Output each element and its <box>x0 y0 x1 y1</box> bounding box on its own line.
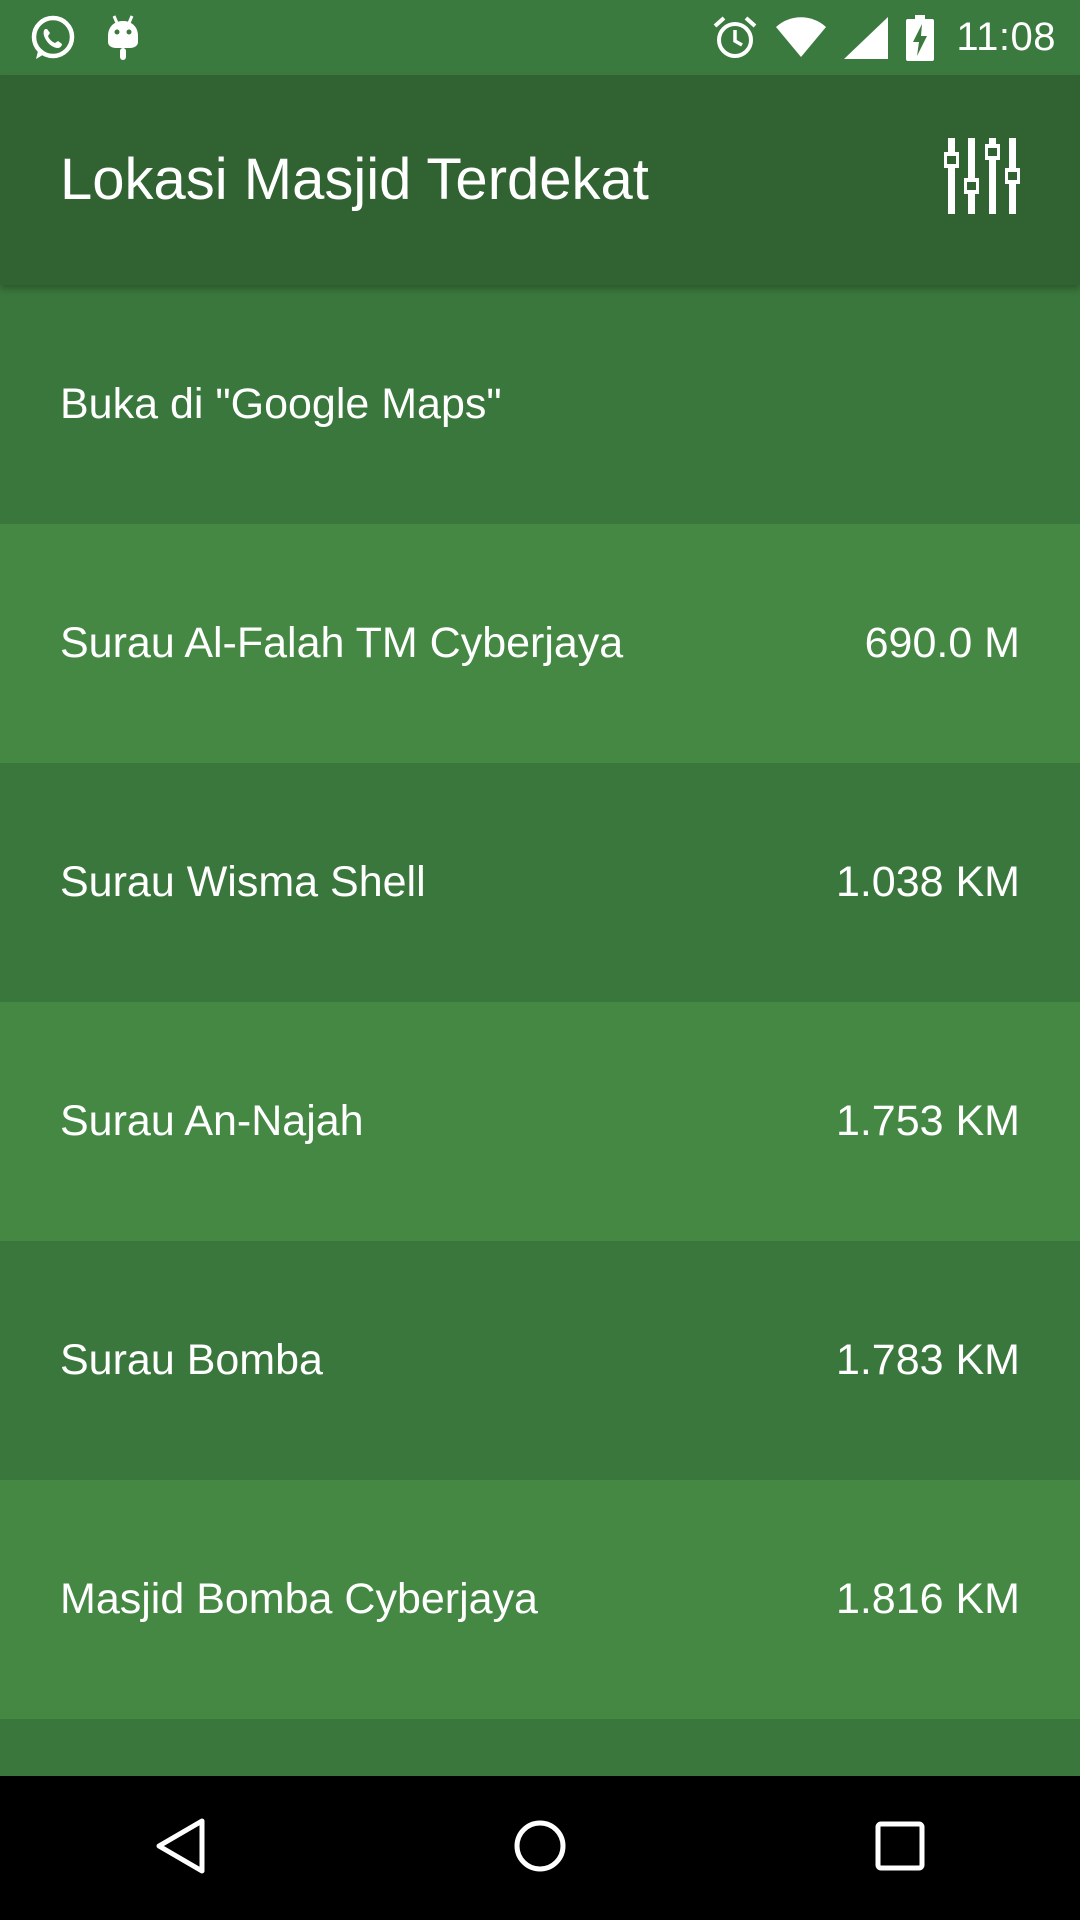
list-item-label: Surau Bomba <box>60 1336 323 1384</box>
recents-icon <box>874 1820 926 1877</box>
navigation-bar <box>0 1776 1080 1920</box>
list-item-label: Surau An-Najah <box>60 1097 364 1145</box>
list-item-distance: 1.816 KM <box>835 1575 1020 1623</box>
list-item-distance: 1.038 KM <box>835 858 1020 906</box>
signal-icon <box>844 16 889 59</box>
alarm-icon <box>712 15 758 61</box>
page-title: Lokasi Masjid Terdekat <box>60 147 649 212</box>
back-icon <box>152 1816 208 1881</box>
home-button[interactable] <box>480 1788 600 1908</box>
recents-button[interactable] <box>840 1788 960 1908</box>
list-item[interactable]: Surau An-Najah 1.753 KM <box>0 1002 1080 1241</box>
android-icon <box>106 14 140 62</box>
app-bar: Lokasi Masjid Terdekat <box>0 75 1080 285</box>
list-item-distance: 690.0 M <box>864 619 1020 667</box>
whatsapp-icon <box>28 13 78 63</box>
list-item[interactable]: Surau Bomba 1.783 KM <box>0 1241 1080 1480</box>
list-item[interactable]: Surau Wisma Shell 1.038 KM <box>0 763 1080 1002</box>
list-item-label: Surau Al-Falah TM Cyberjaya <box>60 619 624 667</box>
open-google-maps-item[interactable]: Buka di "Google Maps" <box>0 285 1080 524</box>
back-button[interactable] <box>120 1788 240 1908</box>
status-bar-system: 11:08 <box>712 0 1056 75</box>
list-item[interactable] <box>0 1719 1080 1776</box>
list-item-label: Masjid Bomba Cyberjaya <box>60 1575 538 1623</box>
wifi-icon <box>776 16 827 59</box>
status-bar-notifications <box>28 0 140 75</box>
status-bar: 11:08 <box>0 0 1080 75</box>
filter-button[interactable] <box>942 133 1022 223</box>
list-item-label: Surau Wisma Shell <box>60 858 426 906</box>
list-item[interactable]: Masjid Bomba Cyberjaya 1.816 KM <box>0 1480 1080 1719</box>
screen: 11:08 Lokasi Masjid Terdekat Buka di "Go… <box>0 0 1080 1920</box>
list-item-label: Buka di "Google Maps" <box>60 380 502 428</box>
battery-charging-icon <box>906 14 935 61</box>
list-item-distance: 1.753 KM <box>835 1097 1020 1145</box>
home-icon <box>512 1818 568 1879</box>
status-time: 11:08 <box>956 15 1056 59</box>
filter-sliders-icon <box>944 137 1020 219</box>
list-item[interactable]: Surau Al-Falah TM Cyberjaya 690.0 M <box>0 524 1080 763</box>
list-item-distance: 1.783 KM <box>835 1336 1020 1384</box>
mosque-list: Buka di "Google Maps" Surau Al-Falah TM … <box>0 285 1080 1776</box>
